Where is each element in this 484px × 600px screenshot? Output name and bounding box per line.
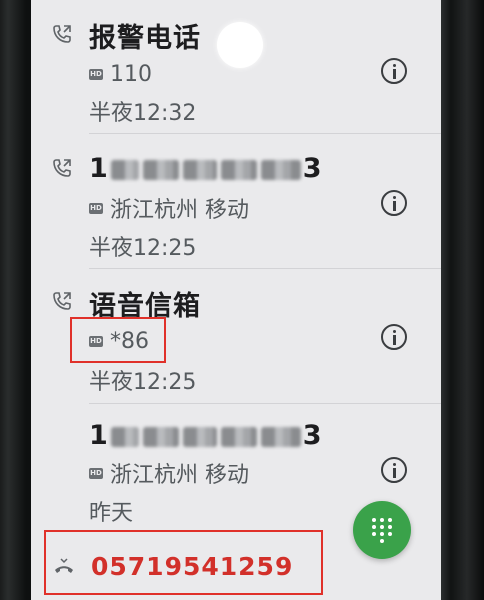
location-carrier: 浙江杭州 移动 [110,198,249,223]
blurred-digits [142,159,179,180]
info-icon[interactable] [381,190,407,216]
phone-number-masked: 13 [89,153,323,184]
blurred-digits [260,426,301,447]
call-time: 半夜12:32 [89,101,197,126]
highlight-box-missed-call [44,530,323,595]
light-reflection [217,22,263,68]
blurred-digits [182,426,217,447]
info-icon[interactable] [381,324,407,350]
location-carrier: 浙江杭州 移动 [110,463,249,488]
call-time: 半夜12:25 [89,370,197,395]
call-outgoing-icon [53,25,71,43]
phone-bezel [441,0,484,600]
number-suffix: 3 [302,420,323,451]
blurred-digits [220,426,257,447]
call-detail: HD 浙江杭州 移动 [89,459,249,488]
phone-number: 110 [110,61,152,87]
blurred-digits [260,159,301,180]
blurred-digits [142,426,179,447]
blurred-digits [182,159,217,180]
call-detail: HD 浙江杭州 移动 [89,194,249,223]
call-detail: HD 110 [89,60,152,88]
hd-badge-icon: HD [89,68,103,80]
blurred-digits [110,159,139,180]
info-icon[interactable] [381,457,407,483]
hd-badge-icon: HD [89,467,103,479]
number-prefix: 1 [89,420,109,451]
blurred-digits [220,159,257,180]
blurred-digits [110,426,139,447]
dialpad-button[interactable] [353,501,411,559]
call-log-screen: 报警电话 HD 110 半夜12:32 13 HD 浙江杭州 移动 半夜12:2… [31,0,441,600]
phone-number-masked: 13 [89,420,323,451]
contact-name: 报警电话 [89,23,201,54]
call-outgoing-icon [53,292,71,310]
number-prefix: 1 [89,153,109,184]
number-suffix: 3 [302,153,323,184]
hd-badge-icon: HD [89,202,103,214]
call-time: 昨天 [89,501,134,526]
phone-device: 报警电话 HD 110 半夜12:32 13 HD 浙江杭州 移动 半夜12:2… [0,0,484,600]
call-log-entry[interactable]: 13 HD 浙江杭州 移动 半夜12:25 [31,134,441,267]
highlight-box-voicemail [70,317,166,363]
call-outgoing-icon [53,159,71,177]
dialpad-icon [372,518,392,544]
info-icon[interactable] [381,58,407,84]
call-time: 半夜12:25 [89,236,197,261]
